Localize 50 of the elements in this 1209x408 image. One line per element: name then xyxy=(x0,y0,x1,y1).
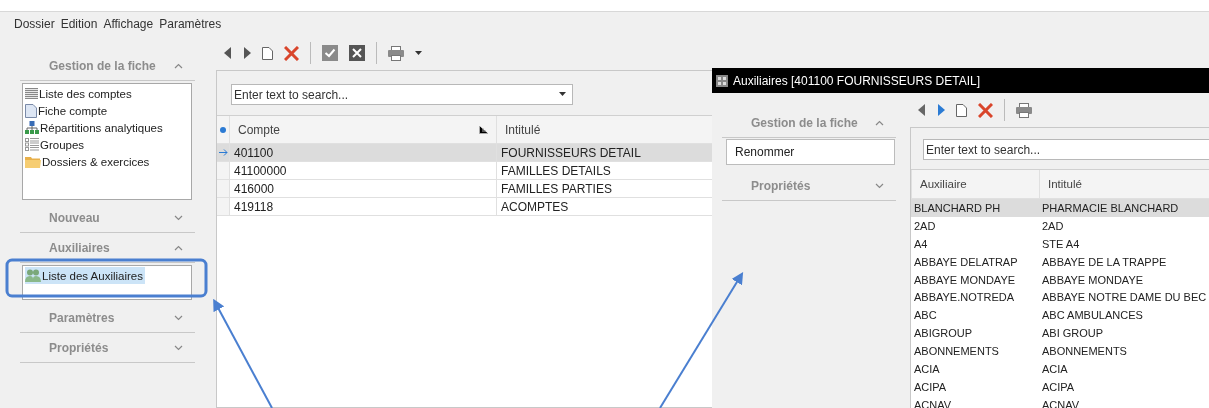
table-cell-text: ABONNEMENTS xyxy=(1041,344,1128,360)
table-cell-text: ABBAYE MONDAYE xyxy=(1041,272,1145,288)
table-cell: 416000 xyxy=(229,180,496,198)
table-cell-text: A4 xyxy=(913,236,929,252)
table-cell: PHARMACIE BLANCHARD xyxy=(1039,199,1209,217)
column-header[interactable]: Auxiliaire xyxy=(920,178,967,190)
sidebar-item[interactable]: Répartitions analytiques xyxy=(25,119,163,136)
menu-item[interactable]: Renommer xyxy=(726,139,895,165)
table-cell-text: ABC AMBULANCES xyxy=(1041,308,1144,324)
menu-item[interactable]: Edition xyxy=(60,17,98,31)
table-cell-text: ACIPA xyxy=(1041,379,1076,395)
table-cell-text: ABI GROUP xyxy=(1041,326,1105,342)
table-cell-text: STE A4 xyxy=(1041,236,1081,252)
table-cell-text: ACNAV xyxy=(913,397,953,408)
table-cell: 41100000 xyxy=(229,162,496,180)
menu-item[interactable]: Paramètres xyxy=(159,17,222,31)
sidebar-item[interactable]: Dossiers & exercices xyxy=(25,153,150,170)
table-cell-text: ACIA xyxy=(913,361,941,377)
table-cell: FAMILLES DETAILS xyxy=(496,162,712,180)
table-cell-text: ACIPA xyxy=(913,379,948,395)
search-field[interactable]: Enter text to search... xyxy=(923,139,1209,160)
table-cell-text: ABC xyxy=(913,308,938,324)
menu-item[interactable]: Dossier xyxy=(14,17,55,31)
table-cell-text: 2AD xyxy=(913,218,937,234)
table-cell-text: ABONNEMENTS xyxy=(913,344,1000,360)
column-header[interactable]: Intitulé xyxy=(1048,178,1082,190)
table-cell: FOURNISSEURS DETAIL xyxy=(496,144,712,162)
table-cell-text: 2AD xyxy=(1041,218,1065,234)
table-cell: FAMILLES PARTIES xyxy=(496,180,712,198)
column-header[interactable]: Intitulé xyxy=(505,122,541,137)
table-cell-text: ABBAYE MONDAYE xyxy=(913,272,1017,288)
sidebar-item[interactable]: Groupes xyxy=(25,136,85,153)
search-field[interactable]: Enter text to search... xyxy=(231,84,573,105)
table-cell-text: ABBAYE.NOTREDA xyxy=(913,290,1016,306)
table-cell: ACOMPTES xyxy=(496,198,712,216)
sidebar-item[interactable]: Liste des comptes xyxy=(25,85,132,102)
table-cell-text: ABIGROUP xyxy=(913,326,974,342)
sidebar-item[interactable]: Fiche compte xyxy=(25,102,108,119)
table-cell-text: ABBAYE DE LA TRAPPE xyxy=(1041,254,1168,270)
table-cell-text: ABBAYE NOTRE DAME DU BEC xyxy=(1041,290,1208,306)
window-title: Auxiliaires [401100 FOURNISSEURS DETAIL] xyxy=(733,73,980,88)
table-cell: 419118 xyxy=(229,198,496,216)
table-cell-text: ACNAV xyxy=(1041,397,1081,408)
table-cell: BLANCHARD PH xyxy=(911,199,1039,217)
table-cell-text: ABBAYE DELATRAP xyxy=(913,254,1019,270)
table-cell: 401100 xyxy=(229,144,496,162)
table-cell-text: ACIA xyxy=(1041,361,1069,377)
menu-item[interactable]: Affichage xyxy=(103,17,154,31)
sidebar-item[interactable]: Liste des Auxiliaires xyxy=(25,267,145,284)
column-header[interactable]: Compte xyxy=(238,122,281,137)
